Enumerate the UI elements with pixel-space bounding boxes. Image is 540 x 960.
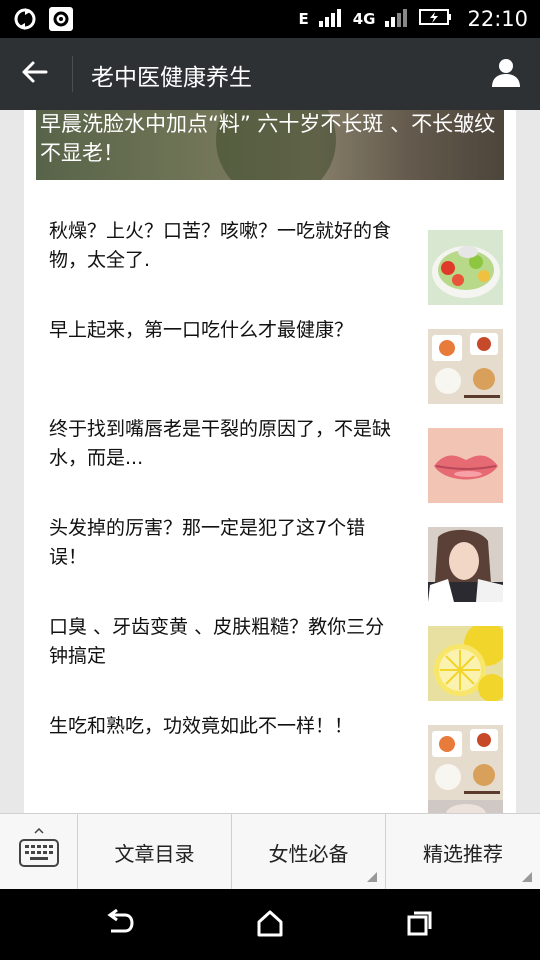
hero-title: 早晨洗脸水中加点“料” 六十岁不长斑 、不长皱纹不显老！	[40, 112, 496, 165]
article-item[interactable]: 口臭 、牙齿变黄 、皮肤粗糙？教你三分钟搞定	[24, 601, 516, 701]
back-icon	[105, 908, 135, 941]
bottom-menu: 文章目录 女性必备 精选推荐	[0, 813, 540, 890]
partial-thumbnail	[428, 799, 503, 813]
signal-2-icon	[383, 7, 411, 32]
menu-label: 女性必备	[268, 841, 349, 866]
article-item[interactable]: 头发掉的厉害？那一定是犯了这7个错误！	[24, 502, 516, 602]
breakfast-thumbnail	[428, 329, 503, 404]
article-title: 生吃和熟吃，功效竟如此不一样！！	[49, 715, 354, 737]
settings-notification-icon	[48, 6, 74, 32]
woman-thumbnail	[428, 527, 503, 602]
lemon-thumbnail	[428, 626, 503, 701]
breakfast-thumbnail	[428, 725, 503, 800]
network-4g-label: 4G	[352, 10, 376, 28]
submenu-indicator-icon	[522, 872, 532, 882]
battery-icon	[419, 7, 453, 32]
article-card: 早晨洗脸水中加点“料” 六十岁不长斑 、不长皱纹不显老！ 秋燥？上火？口苦？咳嗽…	[24, 110, 516, 813]
menu-label: 文章目录	[114, 841, 195, 866]
clock: 22:10	[467, 7, 528, 31]
system-back-button[interactable]	[100, 907, 140, 943]
article-title: 口臭 、牙齿变黄 、皮肤粗糙？教你三分钟搞定	[49, 616, 385, 667]
status-bar: E 4G 22:10	[0, 0, 540, 38]
article-title: 早上起来，第一口吃什么才最健康？	[49, 319, 354, 341]
network-type-label: E	[298, 10, 309, 28]
article-item[interactable]: 秋燥？上火？口苦？咳嗽？一吃就好的食物，太全了.	[24, 205, 516, 305]
signal-icon	[317, 7, 345, 32]
person-icon	[490, 56, 522, 92]
home-icon	[256, 909, 284, 941]
system-recents-button[interactable]	[400, 907, 440, 943]
menu-article-catalog[interactable]: 文章目录	[78, 814, 232, 890]
sync-icon	[12, 6, 38, 32]
article-item[interactable]: 早上起来，第一口吃什么才最健康？	[24, 304, 516, 404]
menu-label: 精选推荐	[423, 841, 503, 866]
salad-thumbnail	[428, 230, 503, 305]
article-item[interactable]: 终于找到嘴唇老是干裂的原因了，不是缺水，而是...	[24, 403, 516, 503]
back-arrow-icon	[20, 60, 48, 88]
profile-button[interactable]	[484, 52, 528, 96]
header-divider	[72, 56, 73, 92]
submenu-indicator-icon	[367, 872, 377, 882]
article-item-partial[interactable]	[24, 799, 516, 813]
keyboard-icon	[17, 827, 61, 876]
recents-icon	[406, 909, 434, 941]
menu-featured[interactable]: 精选推荐	[386, 814, 540, 890]
article-title: 头发掉的厉害？那一定是犯了这7个错误！	[49, 517, 366, 568]
page-title: 老中医健康养生	[91, 65, 252, 91]
hero-article[interactable]: 早晨洗脸水中加点“料” 六十岁不长斑 、不长皱纹不显老！	[36, 110, 504, 180]
article-list-container[interactable]: 早晨洗脸水中加点“料” 六十岁不长斑 、不长皱纹不显老！ 秋燥？上火？口苦？咳嗽…	[0, 110, 540, 813]
system-nav-bar	[0, 889, 540, 960]
system-home-button[interactable]	[250, 907, 290, 943]
keyboard-toggle-button[interactable]	[0, 814, 78, 890]
article-title: 终于找到嘴唇老是干裂的原因了，不是缺水，而是...	[49, 418, 392, 469]
menu-women-essentials[interactable]: 女性必备	[232, 814, 386, 890]
article-item[interactable]: 生吃和熟吃，功效竟如此不一样！！	[24, 700, 516, 800]
back-button[interactable]	[12, 54, 56, 94]
lips-thumbnail	[428, 428, 503, 503]
article-title: 秋燥？上火？口苦？咳嗽？一吃就好的食物，太全了.	[49, 220, 392, 271]
app-header: 老中医健康养生	[0, 38, 540, 110]
